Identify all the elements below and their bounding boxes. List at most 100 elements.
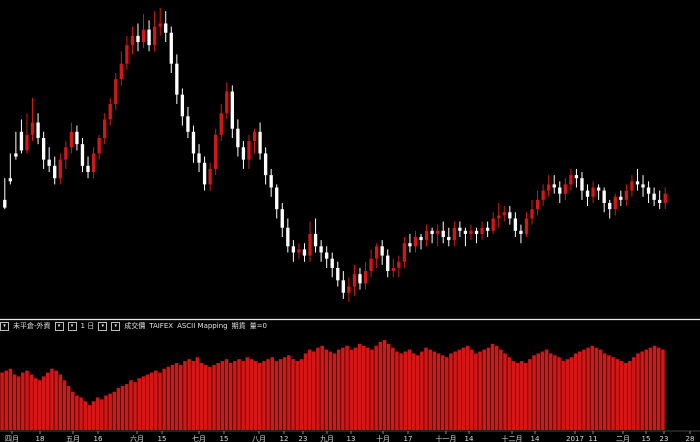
candle-body (325, 252, 329, 259)
volume-bar (602, 353, 607, 430)
contract-label: 期貨 (231, 322, 246, 330)
volume-bar (166, 366, 171, 430)
x-axis-label: 14 (531, 435, 540, 442)
x-axis-label: 13 (347, 435, 356, 442)
period-value[interactable]: 1 日 (81, 321, 95, 331)
candle-body (41, 137, 46, 160)
volume-bar (320, 345, 324, 430)
candle-body (14, 153, 18, 157)
dropdown-icon[interactable]: ▾ (54, 321, 64, 331)
candle-body (191, 131, 196, 154)
candle-body (330, 258, 334, 268)
volume-bar (341, 347, 345, 430)
volume-bar (395, 351, 399, 430)
volume-bar (490, 343, 495, 430)
volume-bar (199, 362, 204, 430)
candle-body (147, 29, 151, 46)
x-axis-label: 23 (660, 435, 669, 442)
price-dropdown-icon[interactable]: ▾ (111, 321, 121, 331)
candle-body (119, 63, 123, 80)
volume-bar (216, 362, 220, 430)
candle-body (580, 178, 584, 191)
candle-body (558, 187, 562, 194)
volume-bar (615, 359, 619, 430)
volume-bar (519, 361, 524, 430)
volume-bar (553, 355, 557, 430)
volume-bar (316, 347, 320, 430)
candle-body (3, 199, 7, 208)
volume-bar (141, 376, 146, 430)
volume-bar (129, 380, 133, 430)
exchange-label: TAIFEX (149, 322, 174, 330)
settings-icon[interactable]: ▾ (98, 321, 108, 331)
volume-bar (253, 361, 258, 430)
collapse-icon[interactable]: ▾ (0, 321, 9, 331)
candle-body (225, 91, 229, 114)
volume-bar (407, 349, 412, 430)
volume-bar (561, 361, 565, 430)
candle-body (386, 255, 390, 272)
volume-bar (424, 347, 428, 430)
candle-body (380, 246, 384, 256)
volume-bar (557, 357, 561, 430)
volume-bar (262, 361, 266, 430)
candle-body (319, 246, 323, 253)
candle-body (619, 196, 623, 200)
volume-bar (386, 343, 391, 430)
volume-bar (445, 357, 449, 430)
volume-bar (50, 368, 54, 430)
period-dropdown-icon[interactable]: ▾ (67, 321, 77, 331)
x-axis-label: 五月 (66, 435, 80, 442)
chart-canvas: 四月 18 五月 16 六月 15 七月 15 八月 12 23 九月 13 十月 17 十一月 14 十二月 14… (0, 8, 700, 442)
candle-body (169, 32, 173, 64)
volume-bar (116, 387, 121, 430)
candle-body (19, 131, 24, 151)
volume-bar (582, 349, 586, 430)
candle-body (541, 190, 545, 200)
volume-bar (79, 397, 83, 430)
candle-body (391, 267, 395, 272)
volume-bar (137, 378, 142, 430)
volume-bar (486, 347, 491, 430)
volume-bar (133, 382, 137, 430)
candle-body (258, 131, 262, 154)
candle-body (441, 230, 445, 238)
candle-body (563, 184, 567, 194)
candle-body (214, 134, 218, 169)
volume-bar (611, 357, 615, 430)
x-axis-label: 十月 (376, 434, 390, 442)
volume-bar (652, 345, 657, 430)
volume-bar (640, 351, 644, 430)
candle-body (269, 175, 273, 188)
candle-body (114, 79, 118, 104)
x-axis-label: 16 (94, 435, 103, 442)
candle-body (97, 137, 101, 154)
volume-bar (648, 347, 653, 430)
candle-body (602, 190, 606, 203)
volume-bar (636, 353, 640, 430)
volume-bar (515, 362, 520, 430)
candle-body (25, 134, 29, 151)
candle-body (341, 280, 345, 293)
mapping-label: ASCII Mapping (177, 322, 228, 330)
volume-bar (124, 384, 129, 430)
x-axis-label: 15 (642, 435, 651, 442)
candle-body (463, 230, 468, 234)
volume-bar (661, 349, 665, 430)
volume-bar (66, 385, 71, 430)
volume-bar (353, 347, 358, 430)
x-axis-label: 18 (36, 435, 45, 442)
candle-body (547, 184, 551, 191)
candle-body (175, 63, 179, 95)
volume-bar (75, 395, 79, 430)
candlestick-series (3, 8, 667, 302)
candle-body (591, 187, 595, 197)
volume-bar (183, 361, 187, 430)
candle-body (663, 193, 667, 203)
candle-body (363, 271, 368, 284)
candle-body (497, 215, 501, 219)
volume-bar (420, 351, 424, 430)
volume-bar (174, 362, 179, 430)
x-axis-label: 九月 (320, 434, 334, 442)
volume-bar (25, 370, 29, 430)
